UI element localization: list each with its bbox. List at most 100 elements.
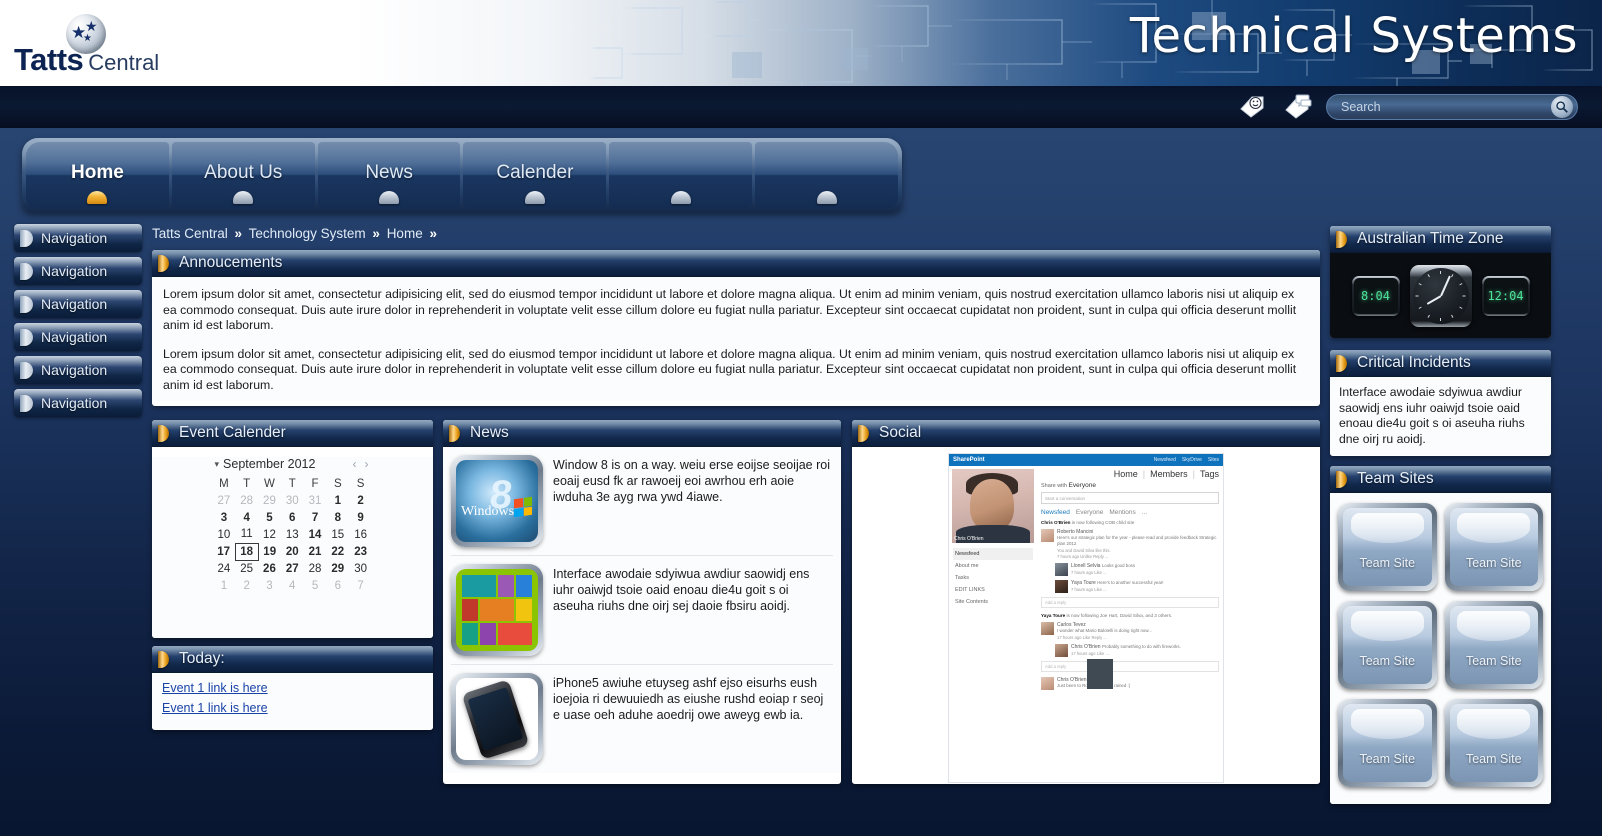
notes-icon[interactable] bbox=[1284, 93, 1312, 119]
sidebar-item-navigation-1[interactable]: Navigation bbox=[14, 224, 142, 252]
calendar-day[interactable]: 16 bbox=[349, 526, 372, 543]
tab-tags[interactable]: Tags bbox=[1200, 469, 1219, 479]
add-reply-input[interactable]: Add a reply bbox=[1041, 597, 1219, 608]
sidebar-item-navigation-5[interactable]: Navigation bbox=[14, 356, 142, 384]
calendar-day[interactable]: 30 bbox=[349, 560, 372, 577]
tab-calender[interactable]: Calender bbox=[463, 142, 607, 208]
calendar-day[interactable]: 27 bbox=[213, 492, 236, 509]
calendar-day[interactable]: 5 bbox=[258, 509, 281, 526]
calendar-day[interactable]: 11 bbox=[235, 526, 258, 543]
quicklaunch-tasks[interactable]: Tasks bbox=[953, 572, 1033, 584]
filter-more[interactable]: ... bbox=[1142, 509, 1147, 516]
team-site-button-5[interactable]: Team Site bbox=[1338, 699, 1437, 787]
breadcrumb-item-home[interactable]: Home bbox=[387, 226, 423, 241]
calendar-day[interactable]: 8 bbox=[326, 509, 349, 526]
tab-members[interactable]: Members bbox=[1150, 469, 1188, 479]
calendar-day[interactable]: 4 bbox=[235, 509, 258, 526]
calendar-day[interactable]: 28 bbox=[235, 492, 258, 509]
calendar-prev-button[interactable]: ‹ bbox=[349, 457, 361, 471]
suite-link-sites[interactable]: Sites bbox=[1208, 457, 1219, 463]
tab-empty-1[interactable] bbox=[609, 142, 753, 208]
tab-home[interactable]: Home bbox=[26, 142, 169, 208]
conversation-input[interactable]: Start a conversation bbox=[1041, 492, 1219, 504]
breadcrumb-item-technology-system[interactable]: Technology System bbox=[249, 226, 366, 241]
calendar-day[interactable]: 24 bbox=[213, 560, 236, 577]
team-site-button-3[interactable]: Team Site bbox=[1338, 601, 1437, 689]
search-input[interactable] bbox=[1327, 100, 1551, 114]
tab-about-us[interactable]: About Us bbox=[171, 142, 315, 208]
quicklaunch-about-me[interactable]: About me bbox=[953, 560, 1033, 572]
breadcrumb-item-tatts-central[interactable]: Tatts Central bbox=[152, 226, 228, 241]
comment-author[interactable]: Llonell Selvia bbox=[1071, 563, 1100, 569]
calendar-day[interactable]: 20 bbox=[281, 543, 304, 560]
calendar-day[interactable]: 3 bbox=[213, 509, 236, 526]
calendar-day[interactable]: 15 bbox=[326, 526, 349, 543]
calendar-day[interactable]: 5 bbox=[304, 577, 327, 594]
calendar-day[interactable]: 19 bbox=[258, 543, 281, 560]
calendar-day[interactable]: 1 bbox=[213, 577, 236, 594]
calendar-day[interactable]: 23 bbox=[349, 543, 372, 560]
calendar-day[interactable]: 27 bbox=[281, 560, 304, 577]
event-link[interactable]: Event 1 link is here bbox=[162, 701, 423, 715]
comment-author[interactable]: Chris O'Brien bbox=[1071, 644, 1101, 650]
news-list-item[interactable]: 8 Windows Window 8 is on a way. weiu ers… bbox=[451, 447, 833, 556]
sidebar-item-navigation-6[interactable]: Navigation bbox=[14, 389, 142, 417]
tag-icon[interactable] bbox=[1238, 93, 1266, 119]
calendar-day[interactable]: 4 bbox=[281, 577, 304, 594]
tab-news[interactable]: News bbox=[317, 142, 461, 208]
calendar-day[interactable]: 3 bbox=[258, 577, 281, 594]
calendar-day[interactable]: 17 bbox=[213, 543, 236, 560]
calendar-day[interactable]: 2 bbox=[235, 577, 258, 594]
event-link[interactable]: Event 1 link is here bbox=[162, 681, 423, 695]
calendar-day[interactable]: 12 bbox=[258, 526, 281, 543]
calendar-day[interactable]: 26 bbox=[258, 560, 281, 577]
filter-mentions[interactable]: Mentions bbox=[1109, 509, 1135, 516]
activity-actor[interactable]: Yaya Toure bbox=[1041, 613, 1065, 618]
tab-home[interactable]: Home bbox=[1114, 469, 1138, 479]
calendar-day[interactable]: 22 bbox=[326, 543, 349, 560]
calendar-day[interactable]: 9 bbox=[349, 509, 372, 526]
site-logo[interactable]: ★ ★ ★ Tatts Central bbox=[14, 14, 244, 77]
chevron-down-icon[interactable]: ▾ bbox=[215, 459, 220, 470]
team-site-button-6[interactable]: Team Site bbox=[1444, 699, 1543, 787]
share-target[interactable]: Everyone bbox=[1069, 482, 1096, 489]
calendar-day[interactable]: 29 bbox=[258, 492, 281, 509]
team-site-button-1[interactable]: Team Site bbox=[1338, 503, 1437, 591]
calendar-day[interactable]: 7 bbox=[304, 509, 327, 526]
calendar-day[interactable]: 30 bbox=[281, 492, 304, 509]
calendar-day[interactable]: 1 bbox=[326, 492, 349, 509]
tab-empty-2[interactable] bbox=[755, 142, 898, 208]
search-box[interactable] bbox=[1326, 94, 1578, 120]
sidebar-item-navigation-4[interactable]: Navigation bbox=[14, 323, 142, 351]
calendar-day[interactable]: 21 bbox=[304, 543, 327, 560]
calendar-day[interactable]: 28 bbox=[304, 560, 327, 577]
calendar-day[interactable]: 10 bbox=[213, 526, 236, 543]
quicklaunch-site-contents[interactable]: Site Contents bbox=[953, 596, 1033, 608]
quicklaunch-newsfeed[interactable]: Newsfeed bbox=[953, 548, 1033, 560]
calendar-day[interactable]: 25 bbox=[235, 560, 258, 577]
comment-author[interactable]: Yaya Toure bbox=[1071, 580, 1096, 586]
calendar-day[interactable]: 29 bbox=[326, 560, 349, 577]
team-site-button-2[interactable]: Team Site bbox=[1444, 503, 1543, 591]
news-list-item[interactable]: Interface awodaie sdyiwua awdiur saowidj… bbox=[451, 556, 833, 665]
news-list-item[interactable]: iPhone5 awiuhe etuyseg ashf ejso eisurhs… bbox=[451, 665, 833, 773]
calendar-day[interactable]: 6 bbox=[281, 509, 304, 526]
calendar-day[interactable]: 31 bbox=[304, 492, 327, 509]
suite-link-skydrive[interactable]: SkyDrive bbox=[1182, 457, 1202, 463]
calendar-day[interactable]: 7 bbox=[349, 577, 372, 594]
search-icon[interactable] bbox=[1551, 96, 1573, 118]
calendar-day[interactable]: 6 bbox=[326, 577, 349, 594]
team-site-button-4[interactable]: Team Site bbox=[1444, 601, 1543, 689]
calendar-day[interactable]: 14 bbox=[304, 526, 327, 543]
calendar-next-button[interactable]: › bbox=[361, 457, 373, 471]
calendar-day[interactable]: 13 bbox=[281, 526, 304, 543]
add-reply-input[interactable]: Add a reply bbox=[1041, 661, 1219, 672]
activity-actor[interactable]: Chris O'Brien bbox=[1041, 520, 1070, 525]
calendar-day[interactable]: 2 bbox=[349, 492, 372, 509]
quicklaunch-edit-links[interactable]: EDIT LINKS bbox=[953, 584, 1033, 596]
suite-link-newsfeed[interactable]: Newsfeed bbox=[1154, 457, 1176, 463]
sidebar-item-navigation-3[interactable]: Navigation bbox=[14, 290, 142, 318]
calendar-day-today[interactable]: 18 bbox=[234, 542, 259, 561]
filter-newsfeed[interactable]: Newsfeed bbox=[1041, 509, 1070, 516]
sidebar-item-navigation-2[interactable]: Navigation bbox=[14, 257, 142, 285]
